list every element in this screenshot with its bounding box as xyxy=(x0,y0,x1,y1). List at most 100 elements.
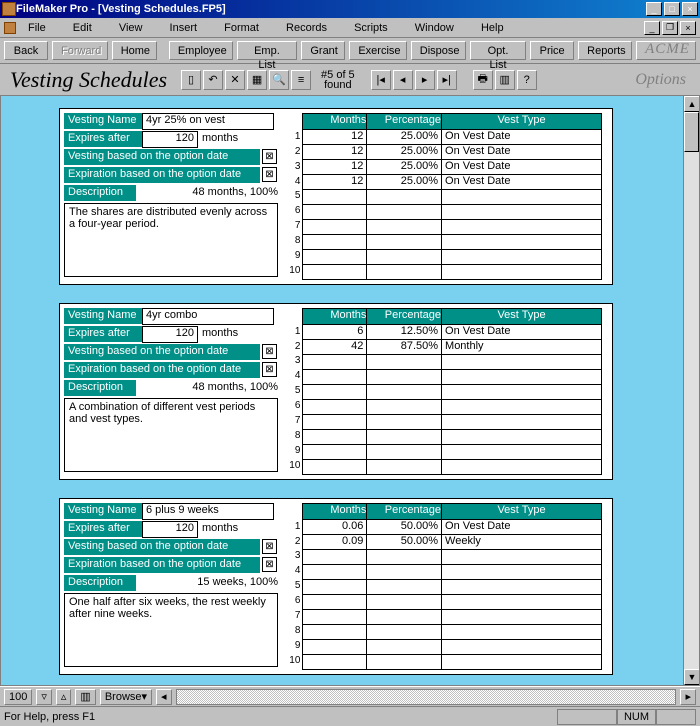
grant-button[interactable]: Grant xyxy=(301,41,345,60)
percentage-cell[interactable] xyxy=(367,580,442,595)
scroll-up-icon[interactable]: ▲ xyxy=(684,96,700,112)
menu-insert[interactable]: Insert xyxy=(170,22,198,34)
undo-icon[interactable]: ↶ xyxy=(203,70,223,90)
vest-type-cell[interactable] xyxy=(442,550,602,565)
vesting-name-field[interactable]: 4yr 25% on vest xyxy=(142,113,274,130)
percentage-cell[interactable] xyxy=(367,400,442,415)
vest-type-cell[interactable] xyxy=(442,415,602,430)
mdi-close-button[interactable]: × xyxy=(680,21,696,35)
percentage-cell[interactable]: 50.00% xyxy=(367,535,442,550)
dispose-button[interactable]: Dispose xyxy=(411,41,466,60)
menu-file[interactable]: File xyxy=(28,22,46,34)
percentage-cell[interactable] xyxy=(367,220,442,235)
home-button[interactable]: Home xyxy=(112,41,157,60)
months-cell[interactable] xyxy=(303,445,367,460)
percentage-cell[interactable] xyxy=(367,445,442,460)
vest-type-cell[interactable] xyxy=(442,610,602,625)
percentage-cell[interactable] xyxy=(367,190,442,205)
find-icon[interactable]: 🔍 xyxy=(269,70,289,90)
percentage-cell[interactable] xyxy=(367,550,442,565)
vest-type-cell[interactable] xyxy=(442,655,602,670)
vesting-option-checkbox[interactable]: ⊠ xyxy=(262,539,277,554)
vesting-option-checkbox[interactable]: ⊠ xyxy=(262,344,277,359)
expires-field[interactable]: 120 xyxy=(142,326,198,343)
zoom-in-icon[interactable]: ▵ xyxy=(56,689,72,705)
months-cell[interactable]: 0.06 xyxy=(303,520,367,535)
months-cell[interactable] xyxy=(303,610,367,625)
percentage-cell[interactable] xyxy=(367,265,442,280)
vest-type-cell[interactable] xyxy=(442,430,602,445)
status-area-toggle-icon[interactable]: ▥ xyxy=(75,689,95,705)
months-cell[interactable] xyxy=(303,355,367,370)
months-cell[interactable]: 0.09 xyxy=(303,535,367,550)
mode-label[interactable]: Browse ▾ xyxy=(100,689,152,705)
options-label[interactable]: Options xyxy=(635,71,686,89)
minimize-button[interactable]: _ xyxy=(646,2,662,16)
months-cell[interactable] xyxy=(303,415,367,430)
emplist-button[interactable]: Emp. List xyxy=(237,41,298,60)
percentage-cell[interactable] xyxy=(367,430,442,445)
percentage-cell[interactable] xyxy=(367,355,442,370)
exercise-button[interactable]: Exercise xyxy=(349,41,406,60)
maximize-button[interactable]: □ xyxy=(664,2,680,16)
prev-record-icon[interactable]: ◂ xyxy=(393,70,413,90)
vest-type-cell[interactable] xyxy=(442,640,602,655)
vest-type-cell[interactable]: On Vest Date xyxy=(442,145,602,160)
months-cell[interactable] xyxy=(303,460,367,475)
vest-type-cell[interactable] xyxy=(442,355,602,370)
percentage-cell[interactable] xyxy=(367,655,442,670)
vest-type-cell[interactable] xyxy=(442,580,602,595)
menu-window[interactable]: Window xyxy=(415,22,454,34)
reports-button[interactable]: Reports xyxy=(578,41,632,60)
months-cell[interactable] xyxy=(303,640,367,655)
percentage-cell[interactable] xyxy=(367,385,442,400)
months-cell[interactable] xyxy=(303,655,367,670)
list-icon[interactable]: ▦ xyxy=(247,70,267,90)
description-field[interactable]: One half after six weeks, the rest weekl… xyxy=(64,593,278,667)
percentage-cell[interactable]: 25.00% xyxy=(367,145,442,160)
percentage-cell[interactable] xyxy=(367,250,442,265)
percentage-cell[interactable]: 25.00% xyxy=(367,130,442,145)
months-cell[interactable] xyxy=(303,430,367,445)
expires-field[interactable]: 120 xyxy=(142,131,198,148)
export-icon[interactable]: ▥ xyxy=(495,70,515,90)
menu-scripts[interactable]: Scripts xyxy=(354,22,388,34)
percentage-cell[interactable] xyxy=(367,640,442,655)
months-cell[interactable] xyxy=(303,190,367,205)
vest-type-cell[interactable]: Monthly xyxy=(442,340,602,355)
back-button[interactable]: Back xyxy=(4,41,48,60)
percentage-cell[interactable]: 50.00% xyxy=(367,520,442,535)
percentage-cell[interactable] xyxy=(367,460,442,475)
percentage-cell[interactable] xyxy=(367,625,442,640)
description-field[interactable]: A combination of different vest periods … xyxy=(64,398,278,472)
menu-format[interactable]: Format xyxy=(224,22,259,34)
mdi-minimize-button[interactable]: _ xyxy=(644,21,660,35)
new-icon[interactable]: ▯ xyxy=(181,70,201,90)
vertical-scrollbar[interactable]: ▲ ▼ xyxy=(683,96,699,685)
months-cell[interactable]: 12 xyxy=(303,130,367,145)
vest-type-cell[interactable] xyxy=(442,595,602,610)
vest-type-cell[interactable] xyxy=(442,445,602,460)
months-cell[interactable] xyxy=(303,205,367,220)
months-cell[interactable] xyxy=(303,550,367,565)
vesting-name-field[interactable]: 6 plus 9 weeks xyxy=(142,503,274,520)
vest-type-cell[interactable] xyxy=(442,235,602,250)
months-cell[interactable] xyxy=(303,250,367,265)
percentage-cell[interactable] xyxy=(367,565,442,580)
months-cell[interactable]: 12 xyxy=(303,145,367,160)
vest-type-cell[interactable] xyxy=(442,220,602,235)
months-cell[interactable] xyxy=(303,385,367,400)
print-icon[interactable]: 🖶 xyxy=(473,70,493,90)
months-cell[interactable] xyxy=(303,625,367,640)
vest-type-cell[interactable]: Weekly xyxy=(442,535,602,550)
vest-type-cell[interactable] xyxy=(442,625,602,640)
vesting-option-checkbox[interactable]: ⊠ xyxy=(262,149,277,164)
vesting-name-field[interactable]: 4yr combo xyxy=(142,308,274,325)
percentage-cell[interactable]: 87.50% xyxy=(367,340,442,355)
menu-help[interactable]: Help xyxy=(481,22,504,34)
menu-edit[interactable]: Edit xyxy=(73,22,92,34)
vest-type-cell[interactable]: On Vest Date xyxy=(442,130,602,145)
delete-icon[interactable]: ✕ xyxy=(225,70,245,90)
vest-type-cell[interactable] xyxy=(442,370,602,385)
price-button[interactable]: Price xyxy=(530,41,574,60)
